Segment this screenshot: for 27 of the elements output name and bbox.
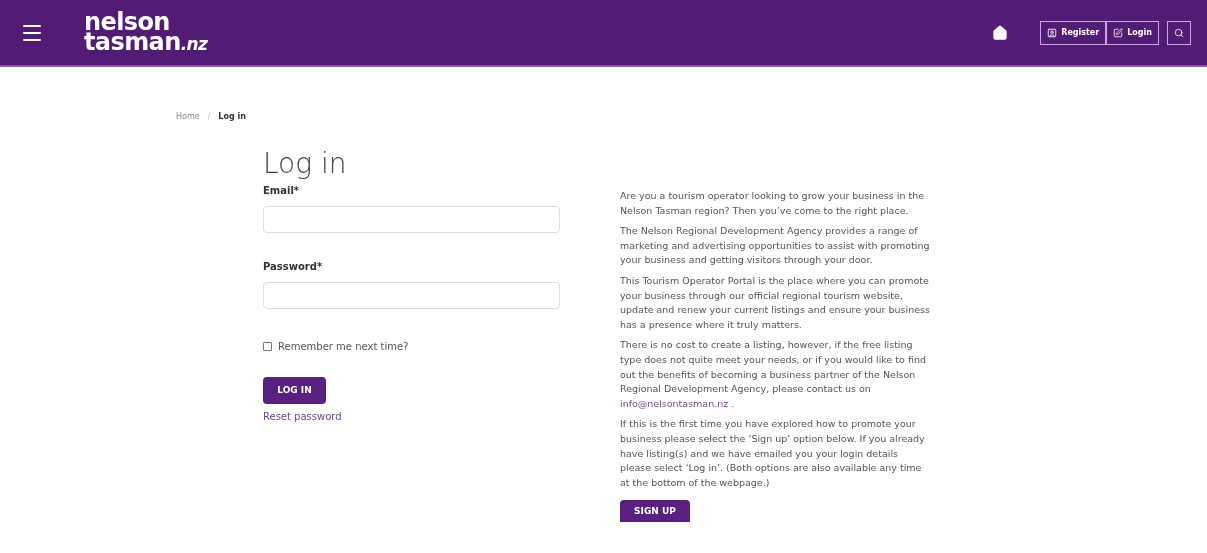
page-title: Log in [263,149,348,179]
info-paragraph: If this is the first time you have explored how to promote your business please select the ‘Sign up’ option below. If you already have listing(s) and we have emailed you your login details please select ‘Log in’. (Both options are also available any time at the bottom of the webpage.) [620,417,926,490]
breadcrumb-link[interactable]: Home [176,111,200,123]
edit-icon [1113,27,1124,38]
home-icon[interactable] [992,24,1009,41]
site-logo[interactable]: nelson tasman.nz [84,11,208,54]
email-field[interactable] [263,206,560,233]
info-paragraph: There is no cost to create a listing, however, if the free listing type does not quite meet your needs, or if you would like to find out the benefits of becoming a business partner of the Nelson Regional Development Agency, please contact us on info@nelsontasman.nz . [620,338,927,411]
info-paragraph: The Nelson Regional Development Agency provides a range of marketing and advertising opportunities to assist with promoting your business and getting visitors through your door. [620,224,931,268]
breadcrumb-current: Log in [218,111,246,123]
person-card-icon [1047,27,1058,38]
remember-label: Remember me next time? [278,340,409,354]
search-icon [1174,27,1184,38]
password-field[interactable] [263,282,560,309]
log-in-button[interactable]: LOG IN [263,377,326,404]
search-button[interactable] [1167,20,1191,45]
info-paragraph: Are you a tourism operator looking to grow your business in the Nelson Tasman region? Then you’ve come to the right place. [620,189,926,218]
login-button[interactable]: Login [1106,20,1159,45]
email-label: Email* [263,184,301,198]
password-label: Password* [263,260,324,274]
info-paragraph: This Tourism Operator Portal is the place where you can promote your business through our official regional tourism website, update and renew your current listings and ensure your business has a presence where it truly matters. [620,273,931,332]
register-button[interactable]: Register [1040,20,1107,45]
remember-checkbox[interactable] [263,342,272,351]
breadcrumb-separator: / [207,111,211,123]
email-link[interactable]: info@nelsontasman.nz [620,397,729,409]
sign-up-button[interactable]: SIGN UP [620,500,690,523]
reset-password-link[interactable]: Reset password [263,409,560,424]
